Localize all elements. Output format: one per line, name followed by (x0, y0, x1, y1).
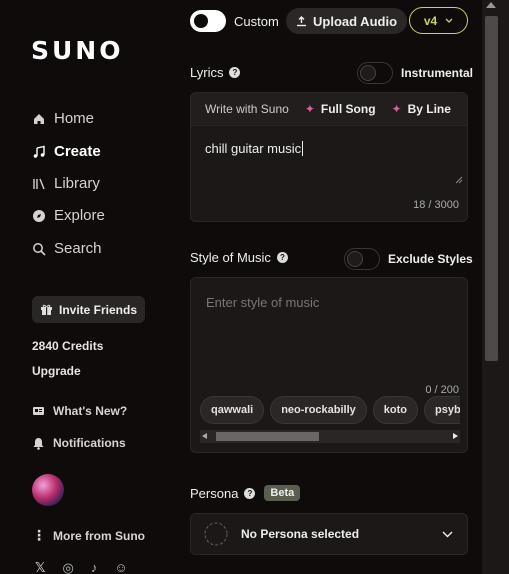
by-line-label: By Line (407, 102, 451, 116)
style-heading: Style of Music ? (190, 250, 288, 265)
notifications-label: Notifications (53, 436, 126, 450)
style-tag[interactable]: psybas (424, 396, 460, 424)
nav-library[interactable]: Library (32, 175, 100, 192)
custom-toggle-group: Custom (190, 10, 279, 32)
nav-search-label: Search (54, 240, 102, 257)
suno-logo[interactable]: SUNO (31, 36, 123, 65)
gift-icon (41, 304, 52, 315)
library-icon (33, 178, 45, 189)
lyrics-char-counter: 18 / 3000 (413, 199, 459, 211)
style-tag[interactable]: neo-rockabilly (270, 396, 367, 424)
instrumental-toggle-group: Instrumental (357, 62, 473, 84)
whats-new-label: What's New? (53, 404, 128, 418)
nav-library-label: Library (54, 175, 100, 192)
help-icon[interactable]: ? (229, 67, 241, 78)
nav-create[interactable]: Create (32, 143, 101, 160)
discord-icon[interactable]: ☺ (114, 560, 127, 574)
upload-icon (297, 15, 306, 26)
beta-badge: Beta (264, 485, 301, 501)
nav-home[interactable]: Home (32, 110, 94, 127)
compass-icon (33, 209, 45, 222)
style-char-counter: 0 / 200 (425, 384, 459, 396)
custom-toggle[interactable] (190, 10, 226, 32)
page-scroll-thumb[interactable] (485, 16, 498, 361)
nav-home-label: Home (54, 110, 95, 127)
exclude-styles-toggle-group: Exclude Styles (344, 248, 473, 270)
tags-scroll-thumb[interactable] (216, 432, 319, 441)
user-avatar[interactable] (32, 474, 64, 506)
invite-friends-label: Invite Friends (59, 302, 138, 317)
more-from-suno-label: More from Suno (53, 528, 145, 543)
persona-heading: Persona ? Beta (190, 485, 301, 501)
nav-search[interactable]: Search (32, 240, 102, 257)
style-tag[interactable]: qawwali (200, 396, 265, 424)
instrumental-toggle[interactable] (357, 62, 393, 84)
style-input[interactable]: Enter style of music (206, 295, 319, 310)
tags-horizontal-scrollbar[interactable] (200, 430, 460, 443)
full-song-button[interactable]: ✦ Full Song (305, 102, 376, 116)
write-with-suno-label: Write with Suno (205, 102, 289, 116)
persona-label: Persona (190, 485, 239, 501)
sparkle-icon: ✦ (304, 102, 315, 116)
persona-select[interactable]: No Persona selected (190, 513, 468, 555)
more-from-suno-link[interactable]: ⋮ More from Suno (32, 527, 145, 544)
lyrics-label: Lyrics (190, 65, 224, 80)
custom-label: Custom (234, 13, 279, 29)
style-tags-row: qawwali neo-rockabilly koto psybas (200, 396, 460, 428)
tiktok-icon[interactable]: ♪ (91, 560, 98, 574)
sparkle-icon: ✦ (391, 102, 402, 116)
resize-handle-icon[interactable] (455, 176, 463, 184)
page-scrollbar[interactable] (482, 0, 509, 574)
style-label: Style of Music (190, 250, 271, 265)
whats-new-link[interactable]: What's New? (32, 404, 127, 418)
invite-friends-button[interactable]: Invite Friends (32, 296, 146, 323)
sidebar: SUNO Home Create Library Explore Search … (0, 0, 172, 574)
create-panel: Custom Upload Audio v4 Lyrics ? Instrume… (172, 0, 482, 574)
chevron-down-icon (442, 531, 453, 538)
credits-count: 2840 Credits (32, 339, 104, 353)
kebab-icon: ⋮ (32, 527, 46, 543)
persona-placeholder-icon (204, 522, 228, 546)
help-icon[interactable]: ? (276, 252, 288, 263)
nav-explore[interactable]: Explore (32, 207, 105, 224)
exclude-styles-toggle[interactable] (344, 248, 380, 270)
lyrics-heading: Lyrics ? (190, 65, 241, 80)
newspaper-icon (33, 407, 44, 415)
instagram-icon[interactable]: ◎ (62, 560, 73, 574)
scroll-right-icon[interactable] (453, 433, 458, 439)
instrumental-label: Instrumental (401, 66, 474, 80)
notifications-link[interactable]: Notifications (32, 436, 126, 450)
version-select[interactable]: v4 (409, 7, 468, 34)
scroll-left-icon[interactable] (202, 433, 207, 439)
upload-audio-button[interactable]: Upload Audio (286, 8, 408, 34)
upload-audio-label: Upload Audio (313, 13, 398, 29)
exclude-styles-label: Exclude Styles (388, 252, 473, 266)
version-label: v4 (423, 13, 438, 28)
home-icon (34, 113, 44, 124)
chevron-down-icon (445, 18, 453, 23)
persona-selected-label: No Persona selected (241, 527, 360, 541)
nav-create-label: Create (54, 143, 101, 160)
lyrics-card: Write with Suno ✦ Full Song ✦ By Line ch… (190, 92, 468, 222)
lyrics-textarea[interactable]: chill guitar music (205, 141, 304, 156)
lyrics-text: chill guitar music (205, 141, 302, 156)
lyrics-tools-row: Write with Suno ✦ Full Song ✦ By Line (191, 93, 467, 126)
bell-icon (33, 437, 44, 450)
search-icon (33, 242, 46, 256)
upgrade-link[interactable]: Upgrade (32, 364, 81, 378)
x-icon[interactable]: 𝕏 (35, 560, 45, 574)
nav-explore-label: Explore (54, 207, 105, 224)
scroll-up-icon[interactable] (486, 2, 496, 8)
help-icon[interactable]: ? (244, 487, 256, 499)
style-card: Enter style of music 0 / 200 qawwali neo… (190, 277, 468, 453)
social-links: 𝕏 ◎ ♪ ☺ (35, 560, 128, 574)
music-note-icon (33, 145, 45, 158)
full-song-label: Full Song (320, 102, 376, 116)
by-line-button[interactable]: ✦ By Line (392, 102, 451, 116)
style-tag[interactable]: koto (372, 396, 418, 424)
